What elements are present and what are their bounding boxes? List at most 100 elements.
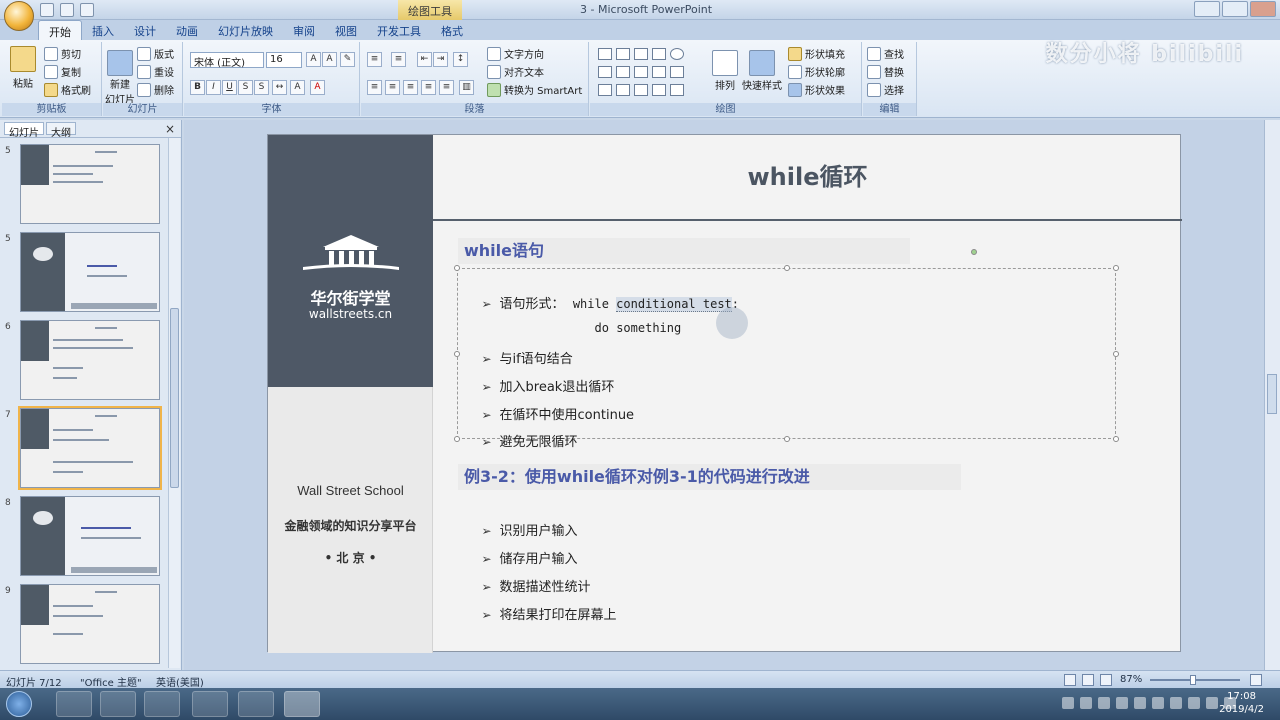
maximize-button[interactable] <box>1222 1 1248 17</box>
resize-handle[interactable] <box>454 436 460 442</box>
font-color-icon[interactable]: A <box>310 80 325 95</box>
tab-slideshow[interactable]: 幻灯片放映 <box>208 20 283 40</box>
tab-outline[interactable]: 大纲 <box>46 122 76 139</box>
clock[interactable]: 17:08 2019/4/2 <box>1219 690 1264 716</box>
language[interactable]: 英语(美国) <box>156 674 204 689</box>
normal-view-icon[interactable] <box>1064 674 1076 686</box>
taskbar-app-window-icon[interactable] <box>238 691 274 717</box>
undo-icon[interactable] <box>60 3 74 17</box>
curve-shape-icon[interactable] <box>634 84 648 96</box>
numbering-icon[interactable]: ≡ <box>391 52 406 67</box>
more-shapes-icon[interactable] <box>670 84 684 96</box>
fit-window-icon[interactable] <box>1250 674 1262 686</box>
slide-thumbnail[interactable]: 9 <box>2 584 162 668</box>
tab-home[interactable]: 开始 <box>38 20 82 40</box>
arrow-left-shape-icon[interactable] <box>616 84 630 96</box>
font-size-select[interactable]: 16 <box>266 52 302 68</box>
increase-indent-icon[interactable]: ⇥ <box>433 52 448 67</box>
slides-scrollbar[interactable] <box>168 138 180 668</box>
tab-review[interactable]: 审阅 <box>283 20 325 40</box>
tray-icon[interactable] <box>1188 697 1200 709</box>
resize-handle[interactable] <box>1113 265 1119 271</box>
copy-button[interactable]: 复制 <box>44 64 81 79</box>
align-left-icon[interactable]: ≡ <box>367 80 382 95</box>
taskbar-app-chrome-icon[interactable] <box>192 691 228 717</box>
tray-icon[interactable] <box>1098 697 1110 709</box>
align-right-icon[interactable]: ≡ <box>403 80 418 95</box>
slide-canvas[interactable]: 华尔街学堂 wallstreets.cn Wall Street School … <box>267 134 1182 653</box>
resize-handle[interactable] <box>454 351 460 357</box>
shape-fill-button[interactable]: 形状填充 <box>788 46 845 61</box>
align-text-button[interactable]: 对齐文本 <box>487 64 544 79</box>
section-heading[interactable]: while语句 <box>458 238 910 264</box>
tab-animation[interactable]: 动画 <box>166 20 208 40</box>
example-heading[interactable]: 例3-2：使用while循环对例3-1的代码进行改进 <box>458 464 961 490</box>
save-icon[interactable] <box>40 3 54 17</box>
tab-insert[interactable]: 插入 <box>82 20 124 40</box>
replace-button[interactable]: 替换 <box>867 64 904 79</box>
columns-icon[interactable]: ▥ <box>459 80 474 95</box>
justify-icon[interactable]: ≡ <box>421 80 436 95</box>
resize-handle[interactable] <box>1113 436 1119 442</box>
taskbar-app-media-icon[interactable] <box>144 691 180 717</box>
change-case-icon[interactable]: A <box>290 80 305 95</box>
start-button[interactable] <box>6 691 32 717</box>
line-spacing-icon[interactable]: ↕ <box>453 52 468 67</box>
reset-button[interactable]: 重设 <box>137 64 174 79</box>
font-name-select[interactable]: 宋体 (正文) <box>190 52 264 69</box>
triangle-shape-icon[interactable] <box>616 66 630 78</box>
arrow-right-shape-icon[interactable] <box>598 84 612 96</box>
textbox-vertical-shape-icon[interactable] <box>616 48 630 60</box>
resize-handle[interactable] <box>454 265 460 271</box>
bold-icon[interactable]: B <box>190 80 205 95</box>
close-button[interactable] <box>1250 1 1276 17</box>
text-direction-button[interactable]: 文字方向 <box>487 46 544 61</box>
tray-icon[interactable] <box>1116 697 1128 709</box>
editor-scrollbar[interactable] <box>1264 120 1280 670</box>
align-center-icon[interactable]: ≡ <box>385 80 400 95</box>
zoom-slider-handle[interactable] <box>1190 675 1196 685</box>
textbox-shape-icon[interactable] <box>598 48 612 60</box>
layout-button[interactable]: 版式 <box>137 46 174 61</box>
grow-font-icon[interactable]: A <box>306 52 321 67</box>
redo-icon[interactable] <box>80 3 94 17</box>
delete-slide-button[interactable]: 删除 <box>137 82 174 97</box>
brace-shape-icon[interactable] <box>652 66 666 78</box>
shrink-font-icon[interactable]: A <box>322 52 337 67</box>
clear-format-icon[interactable]: ✎ <box>340 52 355 67</box>
tray-icon[interactable] <box>1170 697 1182 709</box>
line-shape-icon[interactable] <box>634 48 648 60</box>
distribute-icon[interactable]: ≡ <box>439 80 454 95</box>
shape-outline-button[interactable]: 形状轮廓 <box>788 64 845 79</box>
slide-thumbnail[interactable]: 8 <box>2 496 162 580</box>
shape-effects-button[interactable]: 形状效果 <box>788 82 845 97</box>
slide-thumbnail[interactable]: 5 <box>2 144 162 228</box>
slide-thumbnail-current[interactable]: 7 <box>2 406 162 492</box>
tab-slides[interactable]: 幻灯片 <box>4 122 44 139</box>
rectangle-shape-icon[interactable] <box>598 66 612 78</box>
tab-view[interactable]: 视图 <box>325 20 367 40</box>
resize-handle[interactable] <box>784 436 790 442</box>
minimize-button[interactable] <box>1194 1 1220 17</box>
slide-thumbnail[interactable]: 6 <box>2 320 162 404</box>
bullets-icon[interactable]: ≡ <box>367 52 382 67</box>
oval-shape-icon[interactable] <box>670 48 684 60</box>
tray-icon[interactable] <box>1206 697 1218 709</box>
close-icon[interactable]: × <box>165 122 175 136</box>
find-button[interactable]: 查找 <box>867 46 904 61</box>
zoom-level[interactable]: 87% <box>1120 674 1142 685</box>
slide-title[interactable]: while循环 <box>433 135 1182 219</box>
rotate-handle[interactable] <box>971 249 977 255</box>
new-slide-button[interactable]: 新建 幻灯片 <box>105 50 135 106</box>
quick-styles-button[interactable]: 快速样式 <box>742 50 782 92</box>
select-button[interactable]: 选择 <box>867 82 904 97</box>
char-spacing-icon[interactable]: ↔ <box>272 80 287 95</box>
resize-handle[interactable] <box>784 265 790 271</box>
star-shape-icon[interactable] <box>670 66 684 78</box>
tab-developer[interactable]: 开发工具 <box>367 20 431 40</box>
cut-button[interactable]: 剪切 <box>44 46 81 61</box>
strikethrough-icon[interactable]: S <box>238 80 253 95</box>
underline-icon[interactable]: U <box>222 80 237 95</box>
freeform-shape-icon[interactable] <box>652 84 666 96</box>
arrange-button[interactable]: 排列 <box>712 50 738 92</box>
